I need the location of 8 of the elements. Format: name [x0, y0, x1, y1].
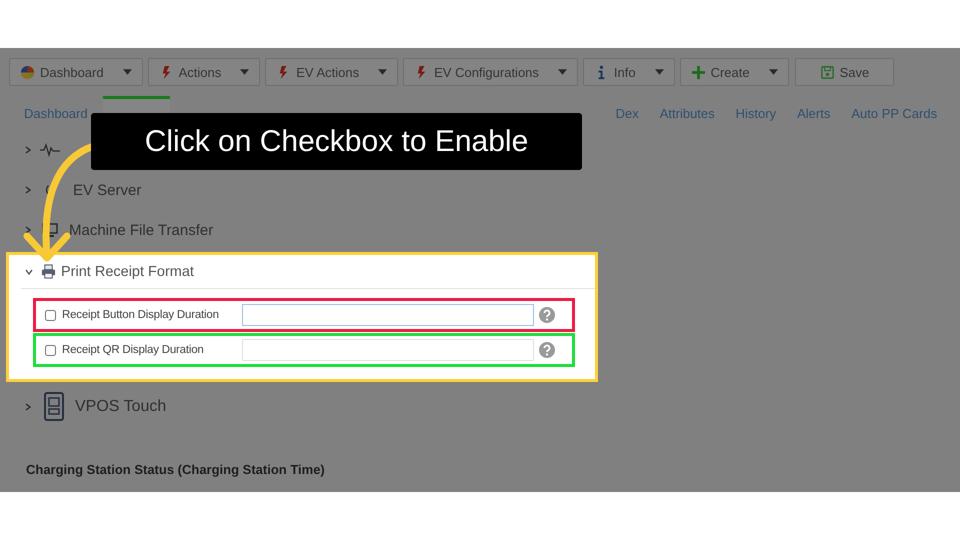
field-label: Receipt QR Display Duration [62, 344, 204, 356]
field-label: Receipt Button Display Duration [62, 309, 219, 321]
section-title: Machine File Transfer [69, 222, 214, 238]
section-heading: Charging Station Status (Charging Station Time) [26, 462, 326, 477]
section-title: EV Server [73, 182, 142, 198]
callout-tooltip: Click on Checkbox to Enable [91, 113, 582, 170]
section-title: Print Receipt Format [61, 264, 194, 280]
section-title: VPOS Touch [75, 398, 166, 416]
